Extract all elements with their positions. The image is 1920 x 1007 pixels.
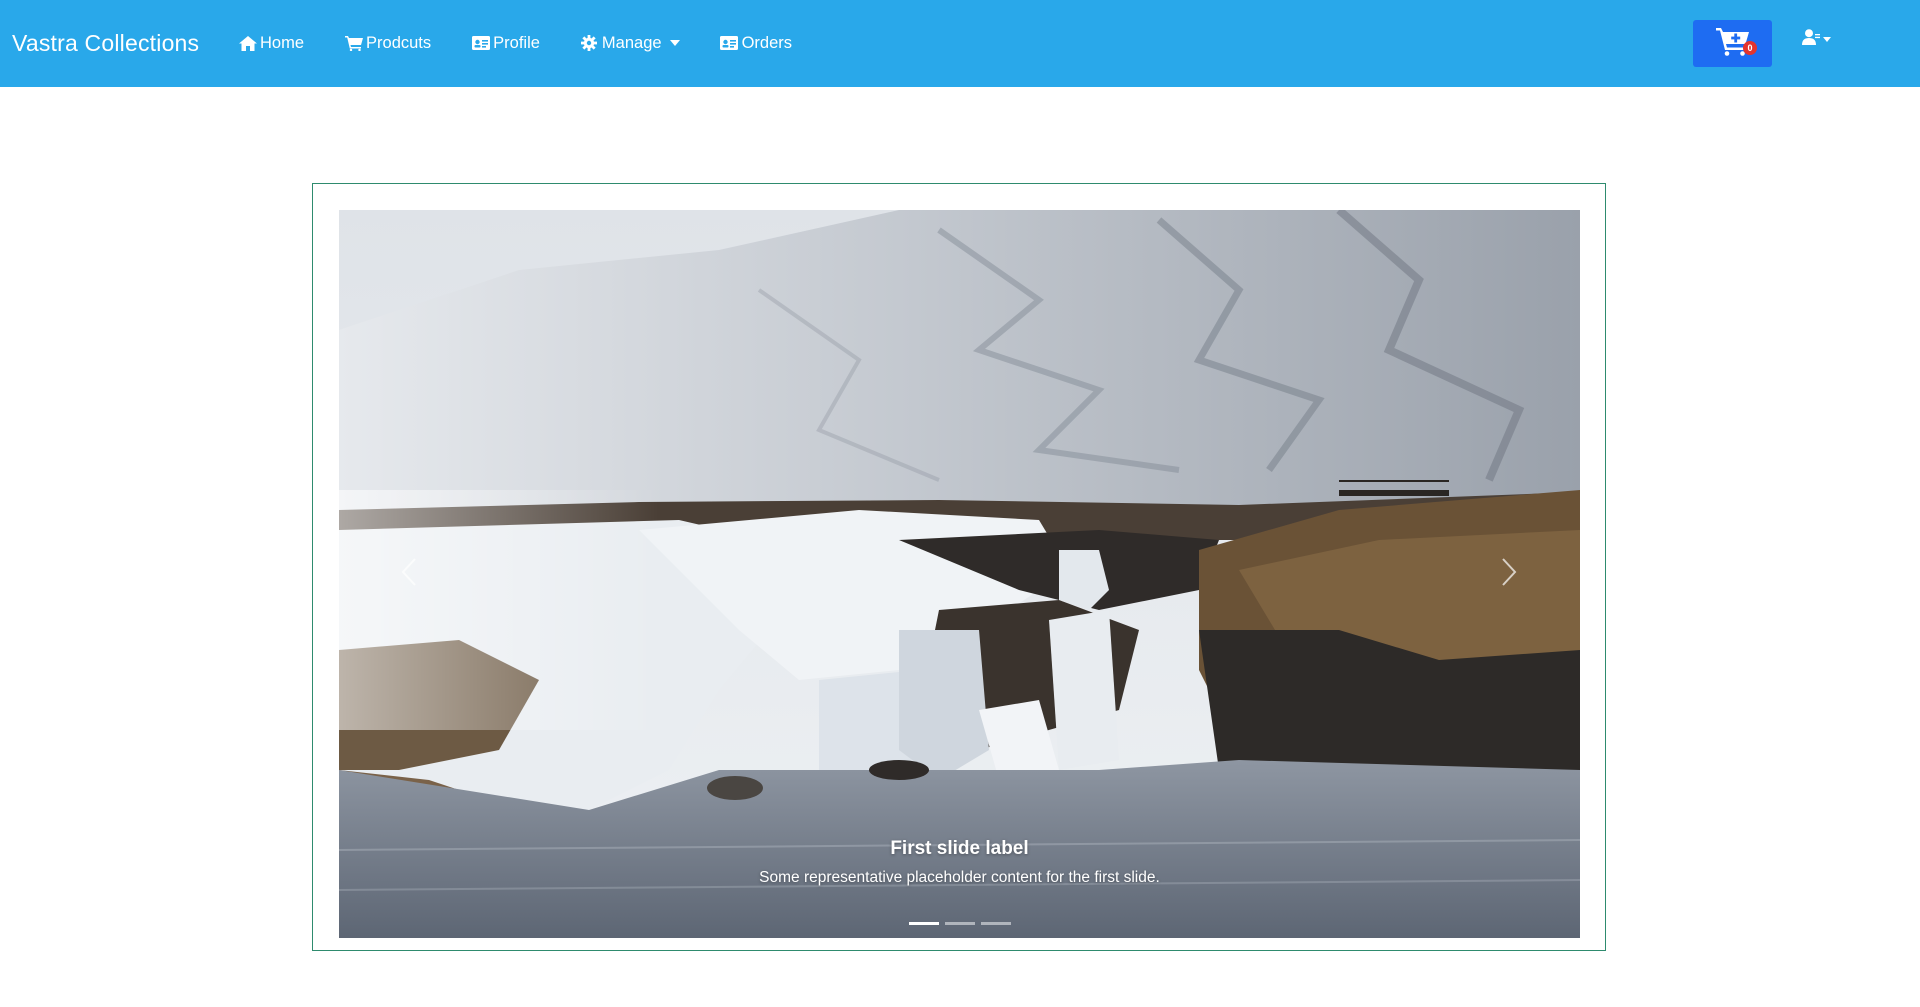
carousel-caption: First slide label Some representative pl…	[339, 837, 1580, 888]
cart-icon	[344, 35, 363, 51]
nav-home-label: Home	[260, 33, 305, 52]
gear-icon	[580, 35, 599, 51]
chevron-down-icon	[1823, 37, 1831, 42]
nav-profile-label: Profile	[493, 33, 540, 52]
user-icon	[1802, 29, 1820, 50]
carousel-indicators	[339, 922, 1580, 925]
carousel-indicator-1[interactable]	[908, 922, 939, 925]
top-navbar: Vastra Collections Home Prodcuts Profile	[0, 0, 1920, 87]
carousel-prev-button[interactable]	[379, 544, 439, 604]
carousel-caption-text: Some representative placeholder content …	[759, 869, 1160, 886]
chevron-right-icon	[1501, 557, 1517, 592]
cart-count-badge: 0	[1743, 41, 1757, 55]
nav-products-label: Prodcuts	[366, 33, 432, 52]
image-carousel: First slide label Some representative pl…	[339, 210, 1580, 938]
nav-orders-link[interactable]: Orders	[720, 34, 792, 53]
carousel-indicator-3[interactable]	[980, 922, 1011, 925]
chevron-left-icon	[401, 557, 417, 592]
id-card-icon	[471, 35, 490, 51]
brand-link[interactable]: Vastra Collections	[12, 28, 199, 58]
carousel-indicator-2[interactable]	[944, 922, 975, 925]
nav-profile-link[interactable]: Profile	[471, 34, 540, 53]
nav-home-link[interactable]: Home	[238, 34, 304, 53]
nav-links: Home Prodcuts Profile Manage Orders	[238, 30, 832, 56]
nav-orders-label: Orders	[741, 33, 792, 52]
chevron-down-icon	[669, 40, 680, 46]
carousel-caption-title: First slide label	[890, 838, 1029, 859]
nav-products-link[interactable]: Prodcuts	[344, 34, 431, 53]
nav-manage-dropdown[interactable]: Manage	[580, 34, 680, 53]
id-card-icon	[720, 35, 739, 51]
waterfall-landscape-image	[339, 210, 1580, 938]
cart-button[interactable]: 0	[1693, 20, 1772, 67]
carousel-next-button[interactable]	[1479, 544, 1539, 604]
user-menu-dropdown[interactable]	[1802, 29, 1831, 50]
home-icon	[238, 35, 257, 51]
nav-manage-label: Manage	[601, 33, 662, 52]
